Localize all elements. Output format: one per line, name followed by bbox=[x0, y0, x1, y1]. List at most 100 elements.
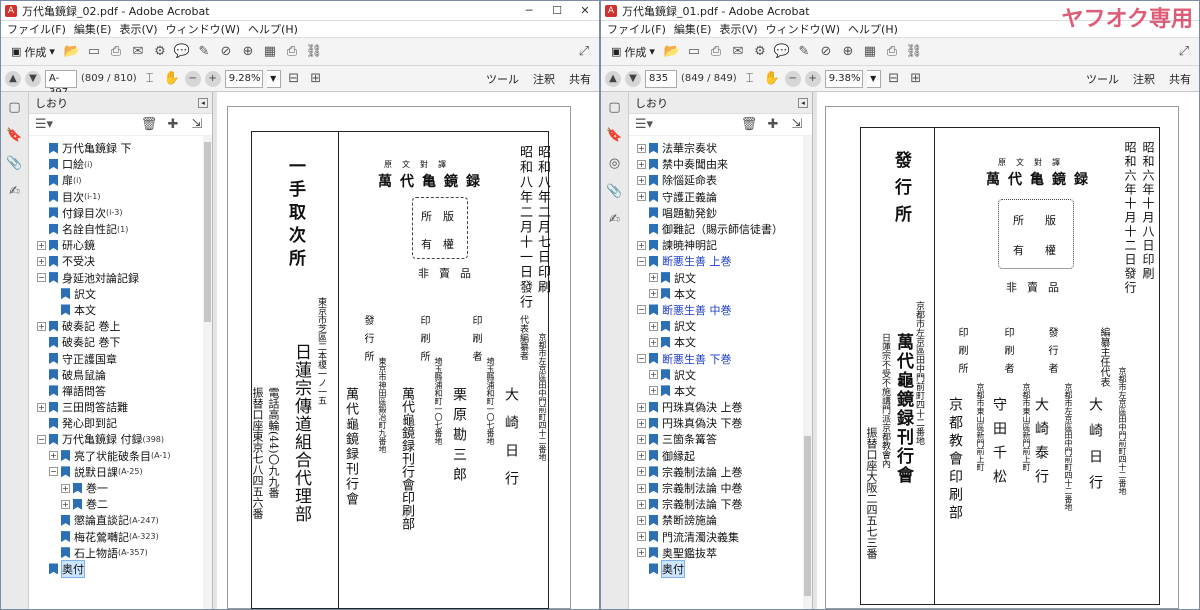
attachments-icon[interactable]: 📎 bbox=[6, 154, 24, 172]
expand-bookmark-icon[interactable]: ⇲ bbox=[188, 116, 206, 134]
printer-icon[interactable]: ⎙ bbox=[283, 43, 301, 61]
maximize-button[interactable]: ☐ bbox=[543, 1, 571, 21]
attachments-icon[interactable]: 📎 bbox=[606, 182, 624, 200]
fit-page-icon[interactable]: ⊟ bbox=[885, 70, 903, 88]
zoom-input[interactable]: 9.28% bbox=[224, 69, 263, 88]
options-icon[interactable]: ☰▾ bbox=[635, 116, 653, 134]
prev-page-icon[interactable]: ▲ bbox=[605, 70, 621, 87]
signatures-icon[interactable]: ✍ bbox=[606, 210, 624, 228]
bookmark-item[interactable]: + 宗義制法論 中巻 bbox=[629, 480, 812, 496]
highlight-icon[interactable]: ✎ bbox=[795, 43, 813, 61]
bookmark-item[interactable]: 懲論直談記 (A-247) bbox=[29, 512, 212, 528]
bookmark-item[interactable]: 名詮自性記 (1) bbox=[29, 221, 212, 237]
bookmark-item[interactable]: 守正護国章 bbox=[29, 350, 212, 366]
expand-icon[interactable]: + bbox=[637, 483, 646, 493]
bookmark-item[interactable]: + 訳文 bbox=[629, 318, 812, 334]
menu-window[interactable]: ウィンドウ(W) bbox=[762, 21, 844, 37]
minimize-button[interactable]: ─ bbox=[515, 1, 543, 21]
bookmark-item[interactable]: 万代亀鏡録 下 bbox=[29, 140, 212, 156]
bookmark-item[interactable]: 発心即到記 bbox=[29, 415, 212, 431]
print-icon[interactable]: ⎙ bbox=[707, 43, 725, 61]
expand-icon[interactable]: + bbox=[637, 515, 646, 525]
fit-width-icon[interactable]: ⊞ bbox=[907, 70, 925, 88]
expand-icon[interactable]: + bbox=[637, 402, 646, 412]
expand-icon[interactable]: + bbox=[649, 289, 658, 299]
menu-view[interactable]: 表示(V) bbox=[115, 21, 161, 37]
bookmark-item[interactable]: + 法華宗奏状 bbox=[629, 140, 812, 156]
bookmark-item[interactable]: + 御縁起 bbox=[629, 448, 812, 464]
delete-bookmark-icon[interactable]: 🗑 bbox=[740, 116, 758, 134]
menu-file[interactable]: ファイル(F) bbox=[3, 21, 70, 37]
bookmark-item[interactable]: + 三箇条篝答 bbox=[629, 431, 812, 447]
hand-tool-icon[interactable]: ✋ bbox=[163, 70, 181, 88]
email-icon[interactable]: ✉ bbox=[129, 43, 147, 61]
bookmark-item[interactable]: + 巻一 bbox=[29, 480, 212, 496]
expand-icon[interactable]: + bbox=[637, 451, 646, 461]
comment-icon[interactable]: 💬 bbox=[773, 43, 791, 61]
create-button[interactable]: ▣ 作成 ▾ bbox=[7, 44, 59, 60]
printer-icon[interactable]: ⎙ bbox=[883, 43, 901, 61]
link-icon[interactable]: ⛓ bbox=[905, 43, 923, 61]
bookmark-item[interactable]: 破鳥鼠論 bbox=[29, 367, 212, 383]
bookmark-item[interactable]: 本文 bbox=[29, 302, 212, 318]
fit-width-icon[interactable]: ⊞ bbox=[307, 70, 325, 88]
hand-tool-icon[interactable]: ✋ bbox=[763, 70, 781, 88]
expand-icon[interactable]: + bbox=[649, 337, 658, 347]
document-area[interactable]: 昭和六年十月八日印刷 昭和六年十月十二日發行 原文對譯 萬代亀鏡録 版 權 所 … bbox=[817, 92, 1199, 609]
stamp-icon[interactable]: ⊘ bbox=[817, 43, 835, 61]
expand-icon[interactable]: + bbox=[637, 159, 646, 169]
expand-icon[interactable]: + bbox=[637, 532, 646, 542]
bookmark-item[interactable]: − 断悪生善 中巻 bbox=[629, 302, 812, 318]
next-page-icon[interactable]: ▼ bbox=[625, 70, 641, 87]
settings-icon[interactable]: ⚙ bbox=[151, 43, 169, 61]
expand-icon[interactable]: + bbox=[37, 402, 46, 412]
fit-page-icon[interactable]: ⊟ bbox=[285, 70, 303, 88]
bookmark-item[interactable]: + 訳文 bbox=[629, 270, 812, 286]
expand-icon[interactable]: + bbox=[637, 499, 646, 509]
bookmark-item[interactable]: + 門流清濁決義集 bbox=[629, 529, 812, 545]
expand-icon[interactable]: + bbox=[61, 499, 70, 509]
collapse-icon[interactable]: − bbox=[37, 434, 46, 444]
bookmark-item[interactable]: + 本文 bbox=[629, 334, 812, 350]
bookmark-item[interactable]: − 身延池対論記録 bbox=[29, 270, 212, 286]
bookmark-item[interactable]: 石上物語 (A-357) bbox=[29, 545, 212, 561]
save-icon[interactable]: ▭ bbox=[685, 43, 703, 61]
bookmark-item[interactable]: + 禁断謗施論 bbox=[629, 512, 812, 528]
bookmark-item[interactable]: − 万代亀鏡録 付録 (398) bbox=[29, 431, 212, 447]
expand-icon[interactable]: + bbox=[649, 273, 658, 283]
share-link[interactable]: 共有 bbox=[569, 71, 591, 87]
zoom-out-icon[interactable]: − bbox=[184, 70, 201, 87]
attach-icon[interactable]: ⊕ bbox=[839, 43, 857, 61]
form-icon[interactable]: ▦ bbox=[861, 43, 879, 61]
bookmark-item[interactable]: 破奏記 巻下 bbox=[29, 334, 212, 350]
bookmark-item[interactable]: + 本文 bbox=[629, 383, 812, 399]
select-cursor-icon[interactable]: ⌶ bbox=[141, 70, 159, 88]
expand-icon[interactable]: + bbox=[637, 240, 646, 250]
expand-icon[interactable]: + bbox=[37, 240, 46, 250]
zoom-dropdown-icon[interactable]: ▼ bbox=[266, 69, 281, 88]
expand-icon[interactable]: + bbox=[637, 418, 646, 428]
menu-edit[interactable]: 編集(E) bbox=[670, 21, 716, 37]
share-link[interactable]: 共有 bbox=[1169, 71, 1191, 87]
menu-window[interactable]: ウィンドウ(W) bbox=[162, 21, 244, 37]
menu-file[interactable]: ファイル(F) bbox=[603, 21, 670, 37]
expand-icon[interactable]: + bbox=[37, 256, 46, 266]
menu-edit[interactable]: 編集(E) bbox=[70, 21, 116, 37]
zoom-in-icon[interactable]: + bbox=[804, 70, 821, 87]
fullscreen-icon[interactable]: ⤢ bbox=[575, 43, 593, 61]
bookmark-item[interactable]: + 研心鏡 bbox=[29, 237, 212, 253]
menu-help[interactable]: ヘルプ(H) bbox=[844, 21, 902, 37]
collapse-icon[interactable]: − bbox=[37, 273, 46, 283]
menu-help[interactable]: ヘルプ(H) bbox=[244, 21, 302, 37]
open-icon[interactable]: 📂 bbox=[663, 43, 681, 61]
form-icon[interactable]: ▦ bbox=[261, 43, 279, 61]
expand-icon[interactable]: + bbox=[649, 370, 658, 380]
bookmark-item[interactable]: + 亮了状能破条目 (A-1) bbox=[29, 448, 212, 464]
page-number-input[interactable]: 835 bbox=[645, 69, 677, 88]
bookmark-item[interactable]: + 諫暁神明記 bbox=[629, 237, 812, 253]
email-icon[interactable]: ✉ bbox=[729, 43, 747, 61]
bookmark-item[interactable]: + 不受决 bbox=[29, 253, 212, 269]
bookmark-item[interactable]: − 断悪生善 上巻 bbox=[629, 253, 812, 269]
bookmark-item[interactable]: 訳文 bbox=[29, 286, 212, 302]
highlight-icon[interactable]: ✎ bbox=[195, 43, 213, 61]
